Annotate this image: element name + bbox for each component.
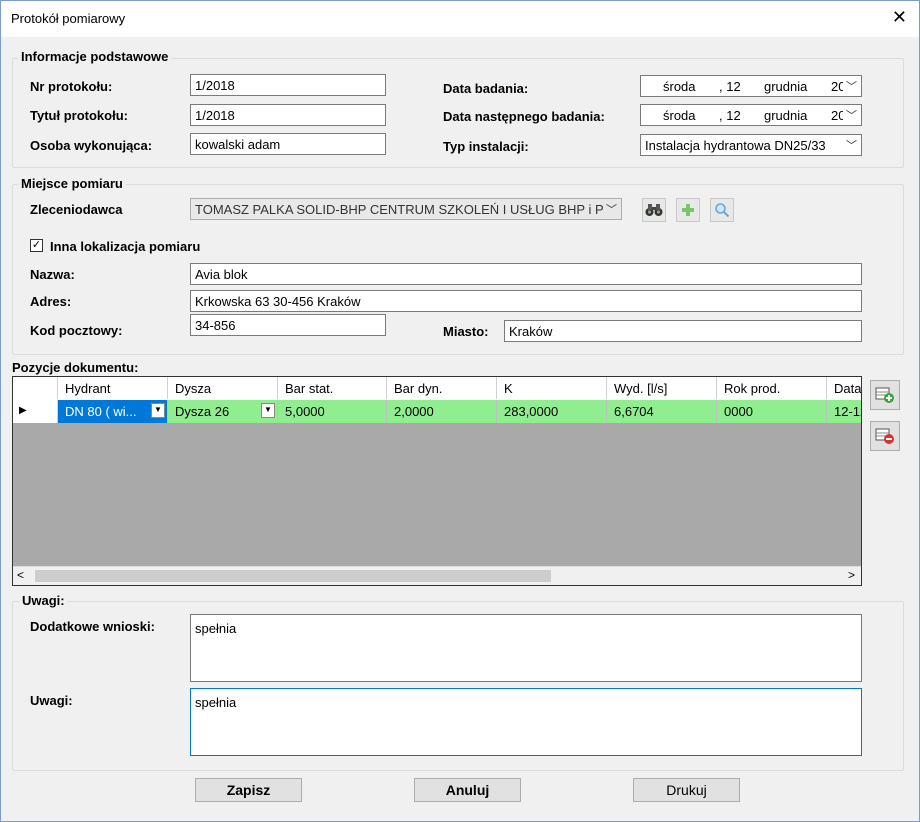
- cell-dynamic-pressure[interactable]: 2,0000: [387, 400, 497, 423]
- conclusions-textarea[interactable]: spełnia: [190, 614, 862, 682]
- other-location-checkbox[interactable]: ✓: [30, 239, 43, 252]
- cell-date[interactable]: 12-12: [827, 400, 861, 423]
- dialog-window: Protokół pomiarowy ✕ Informacje podstawo…: [0, 0, 920, 822]
- install-type-select[interactable]: Instalacja hydrantowa DN25/33 ﹀: [640, 134, 862, 156]
- row-header[interactable]: ▶: [13, 400, 58, 423]
- save-button[interactable]: Zapisz: [195, 778, 302, 802]
- measurement-place-legend: Miejsce pomiaru: [18, 176, 126, 191]
- notes-legend: Uwagi:: [20, 593, 67, 608]
- grid-header: Hydrant Dysza Bar stat. Bar dyn. K Wyd. …: [13, 377, 861, 401]
- client-label: Zleceniodawca: [30, 202, 123, 217]
- test-date-dayname: środa: [663, 79, 696, 94]
- postal-code-label: Kod pocztowy:: [30, 323, 123, 338]
- close-icon[interactable]: ✕: [892, 8, 907, 26]
- test-date-picker[interactable]: środa , 12 grudnia 20 ﹀: [640, 75, 862, 97]
- chevron-down-icon[interactable]: ﹀: [846, 137, 857, 153]
- horizontal-scrollbar[interactable]: < >: [13, 566, 861, 585]
- postal-code-input[interactable]: 34-856: [190, 314, 386, 336]
- chevron-down-icon[interactable]: ﹀: [846, 78, 857, 94]
- performer-input[interactable]: kowalski adam: [190, 133, 386, 155]
- client-select[interactable]: TOMASZ PALKA SOLID-BHP CENTRUM SZKOLEŃ I…: [190, 198, 622, 220]
- dropdown-arrow-icon[interactable]: ▼: [261, 403, 275, 418]
- basic-info-legend: Informacje podstawowe: [18, 49, 172, 64]
- table-row[interactable]: ▶ DN 80 ( wi... ▼ Dysza 26 ▼ 5,0000 2,00…: [13, 400, 861, 423]
- protocol-number-input[interactable]: 1/2018: [190, 74, 386, 96]
- next-test-date-picker[interactable]: środa , 12 grudnia 20 ﹀: [640, 104, 862, 126]
- cell-nozzle[interactable]: Dysza 26 ▼: [168, 400, 278, 423]
- cell-flow[interactable]: 6,6704: [607, 400, 717, 423]
- items-grid[interactable]: Hydrant Dysza Bar stat. Bar dyn. K Wyd. …: [12, 376, 862, 586]
- other-location-label: Inna lokalizacja pomiaru: [50, 239, 201, 254]
- column-header[interactable]: Bar dyn.: [387, 377, 497, 399]
- column-header[interactable]: K: [497, 377, 607, 399]
- scrollbar-thumb[interactable]: [35, 570, 551, 582]
- scroll-right-icon[interactable]: >: [848, 568, 855, 582]
- column-header[interactable]: Bar stat.: [278, 377, 387, 399]
- city-label: Miasto:: [443, 324, 489, 339]
- items-label: Pozycje dokumentu:: [12, 360, 139, 375]
- next-date-day: , 12: [719, 108, 741, 123]
- dropdown-arrow-icon[interactable]: ▼: [151, 403, 165, 418]
- cell-nozzle-value: Dysza 26: [175, 404, 230, 419]
- delete-row-icon: [875, 428, 894, 444]
- next-date-year: 20: [831, 108, 843, 123]
- add-icon[interactable]: [676, 198, 700, 222]
- install-type-label: Typ instalacji:: [443, 139, 529, 154]
- column-header[interactable]: Dysza: [168, 377, 278, 399]
- cell-k[interactable]: 283,0000: [497, 400, 607, 423]
- cell-production-year[interactable]: 0000: [717, 400, 827, 423]
- remarks-label: Uwagi:: [30, 693, 73, 708]
- chevron-down-icon[interactable]: ﹀: [606, 201, 617, 217]
- test-date-day: , 12: [719, 79, 741, 94]
- title-bar: Protokół pomiarowy ✕: [1, 1, 919, 37]
- test-date-label: Data badania:: [443, 81, 529, 96]
- print-button[interactable]: Drukuj: [633, 778, 740, 802]
- install-type-value: Instalacja hydrantowa DN25/33: [645, 138, 826, 153]
- conclusions-label: Dodatkowe wnioski:: [30, 619, 155, 634]
- search-icon[interactable]: [710, 198, 734, 222]
- protocol-number-label: Nr protokołu:: [30, 79, 113, 94]
- test-date-month: grudnia: [764, 79, 808, 94]
- name-label: Nazwa:: [30, 267, 75, 282]
- add-row-button[interactable]: [870, 380, 900, 410]
- column-header[interactable]: Rok prod.: [717, 377, 827, 399]
- client-value: TOMASZ PALKA SOLID-BHP CENTRUM SZKOLEŃ I…: [195, 202, 603, 217]
- protocol-title-label: Tytuł protokołu:: [30, 108, 128, 123]
- next-test-date-label: Data następnego badania:: [443, 109, 605, 124]
- test-date-year: 20: [831, 79, 843, 94]
- name-input[interactable]: Avia blok: [190, 263, 862, 285]
- next-date-dayname: środa: [663, 108, 696, 123]
- column-header[interactable]: Wyd. [l/s]: [607, 377, 717, 399]
- window-title: Protokół pomiarowy: [11, 11, 126, 26]
- delete-row-button[interactable]: [870, 421, 900, 451]
- next-date-month: grudnia: [764, 108, 808, 123]
- grid-corner: [13, 377, 58, 399]
- row-marker-icon: ▶: [19, 405, 27, 416]
- performer-label: Osoba wykonująca:: [30, 138, 153, 153]
- cancel-button[interactable]: Anuluj: [414, 778, 521, 802]
- cell-hydrant[interactable]: DN 80 ( wi... ▼: [58, 400, 168, 423]
- column-header[interactable]: Data: [827, 377, 861, 399]
- protocol-title-input[interactable]: 1/2018: [190, 104, 386, 126]
- address-label: Adres:: [30, 294, 72, 309]
- city-input[interactable]: Kraków: [504, 320, 862, 342]
- add-row-icon: [875, 387, 894, 403]
- binoculars-icon[interactable]: [642, 198, 666, 222]
- address-input[interactable]: Krkowska 63 30-456 Kraków: [190, 290, 862, 312]
- cell-hydrant-value: DN 80 ( wi...: [65, 404, 137, 419]
- cell-static-pressure[interactable]: 5,0000: [278, 400, 387, 423]
- remarks-textarea[interactable]: spełnia: [190, 688, 862, 756]
- column-header[interactable]: Hydrant: [58, 377, 168, 399]
- chevron-down-icon[interactable]: ﹀: [846, 107, 857, 123]
- scroll-left-icon[interactable]: <: [17, 568, 24, 582]
